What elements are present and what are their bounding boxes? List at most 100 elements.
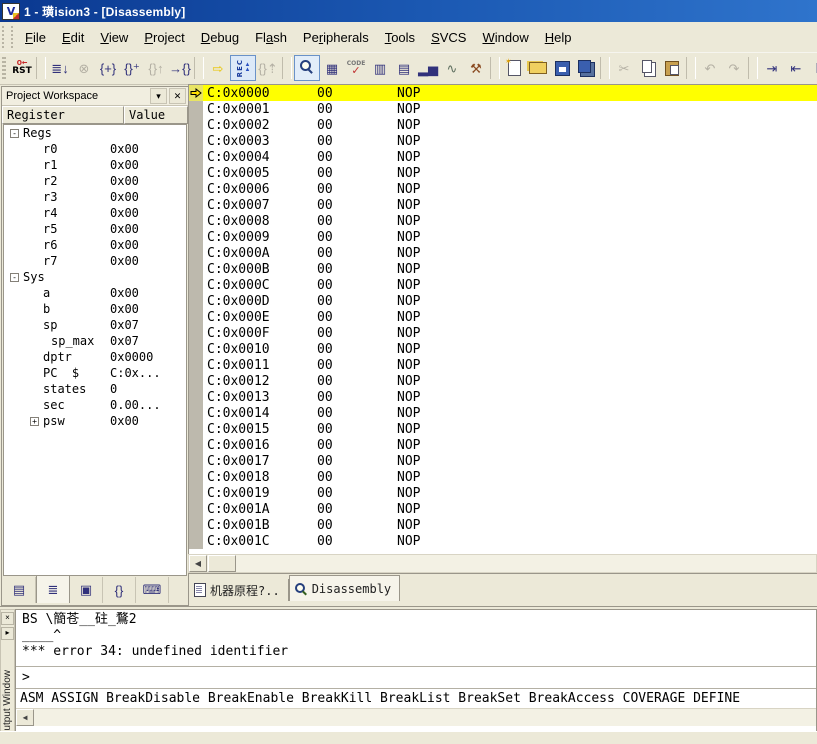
disassembly-gutter[interactable] (189, 501, 203, 517)
disassembly-gutter[interactable] (189, 229, 203, 245)
output-hscrollbar[interactable]: ◀ (16, 708, 816, 726)
menu-item[interactable]: Help (537, 27, 580, 48)
workspace-close-button[interactable]: ✕ (169, 88, 186, 104)
disassembly-row[interactable]: C:0x000200NOP (189, 117, 817, 133)
disassembly-gutter[interactable] (189, 133, 203, 149)
files-tab[interactable]: ▤ (3, 577, 36, 603)
menu-item[interactable]: Peripherals (295, 27, 377, 48)
disassembly-row[interactable]: C:0x000700NOP (189, 197, 817, 213)
disassembly-row[interactable]: C:0x000600NOP (189, 181, 817, 197)
register-row[interactable]: r20x00 (4, 173, 186, 189)
disassembly-row[interactable]: C:0x000F00NOP (189, 325, 817, 341)
disassembly-row[interactable]: C:0x000A00NOP (189, 245, 817, 261)
serial-window-button[interactable]: ▥ (368, 56, 392, 80)
disassembly-row[interactable]: C:0x001A00NOP (189, 501, 817, 517)
save-all-button[interactable] (574, 56, 598, 80)
disassembly-row[interactable]: C:0x000E00NOP (189, 309, 817, 325)
app-icon[interactable]: V (2, 3, 20, 20)
disassembly-row[interactable]: C:0x000D00NOP (189, 293, 817, 309)
disassembly-row[interactable]: C:0x000500NOP (189, 165, 817, 181)
disassembly-gutter[interactable] (189, 341, 203, 357)
value-column-header[interactable]: Value (124, 106, 188, 124)
menu-item[interactable]: Flash (247, 27, 295, 48)
show-next-statement-button[interactable]: ⇨ (206, 56, 230, 80)
copy-button[interactable] (636, 56, 660, 80)
new-file-button[interactable] (502, 56, 526, 80)
disassembly-gutter[interactable] (189, 309, 203, 325)
register-column-header[interactable]: Register (2, 106, 124, 124)
register-row[interactable]: r40x00 (4, 205, 186, 221)
menu-item[interactable]: Edit (54, 27, 92, 48)
stop-button[interactable]: ⊗ (72, 56, 96, 80)
register-row[interactable]: sp0x07 (4, 317, 186, 333)
disassembly-gutter[interactable] (189, 149, 203, 165)
disassembly-row[interactable]: C:0x001200NOP (189, 373, 817, 389)
scrollbar-thumb[interactable] (208, 555, 236, 572)
disassembly-row[interactable]: C:0x001100NOP (189, 357, 817, 373)
disassembly-row[interactable]: C:0x001500NOP (189, 421, 817, 437)
register-row[interactable]: r30x00 (4, 189, 186, 205)
disassembly-gutter[interactable] (189, 277, 203, 293)
disassembly-gutter[interactable] (189, 85, 203, 101)
toolbar-grip[interactable] (2, 57, 6, 79)
menu-item[interactable]: View (92, 27, 136, 48)
output-close-button[interactable]: × (1, 612, 14, 625)
document-tab[interactable]: Disassembly (289, 575, 400, 601)
trace-show-button[interactable]: {}⇡ (256, 56, 280, 80)
register-row[interactable]: r00x00 (4, 141, 186, 157)
disassembly-row[interactable]: C:0x001800NOP (189, 469, 817, 485)
cut-button[interactable]: ✂ (612, 56, 636, 80)
register-row[interactable]: PC $C:0x... (4, 365, 186, 381)
menu-item[interactable]: SVCS (423, 27, 474, 48)
disassembly-gutter[interactable] (189, 245, 203, 261)
disassembly-gutter[interactable] (189, 517, 203, 533)
register-row[interactable]: -Sys (4, 269, 186, 285)
paste-button[interactable] (660, 56, 684, 80)
command-prompt[interactable]: > (16, 667, 816, 688)
register-row[interactable]: sp_max0x07 (4, 333, 186, 349)
document-tab[interactable]: 机器原程?.. (190, 579, 289, 601)
disassembly-gutter[interactable] (189, 293, 203, 309)
disassembly-gutter[interactable] (189, 101, 203, 117)
disassembly-row[interactable]: C:0x000400NOP (189, 149, 817, 165)
memory-window-button[interactable]: ▤ (392, 56, 416, 80)
register-row[interactable]: r10x00 (4, 157, 186, 173)
disassembly-gutter[interactable] (189, 533, 203, 549)
menu-item[interactable]: Project (136, 27, 192, 48)
disassembly-gutter[interactable] (189, 117, 203, 133)
disassembly-gutter[interactable] (189, 325, 203, 341)
disassembly-row[interactable]: C:0x000C00NOP (189, 277, 817, 293)
reset-cpu-button[interactable]: RST (10, 56, 34, 80)
watch-window-button[interactable]: ▦ (320, 56, 344, 80)
menu-item[interactable]: File (17, 27, 54, 48)
output-pin-button[interactable]: ▸ (1, 627, 14, 640)
regs-tab[interactable]: ≣ (36, 575, 70, 603)
register-row[interactable]: dptr0x0000 (4, 349, 186, 365)
disassembly-window-button[interactable] (294, 55, 320, 81)
disassembly-gutter[interactable] (189, 181, 203, 197)
disassembly-gutter[interactable] (189, 373, 203, 389)
logic-analyzer-button[interactable]: ∿ (440, 56, 464, 80)
disassembly-gutter[interactable] (189, 165, 203, 181)
register-row[interactable]: -Regs (4, 125, 186, 141)
menu-item[interactable]: Window (474, 27, 536, 48)
register-row[interactable]: sec0.00... (4, 397, 186, 413)
menubar-grip[interactable] (2, 26, 13, 48)
disassembly-row[interactable]: C:0x001B00NOP (189, 517, 817, 533)
workspace-dropdown-button[interactable]: ▾ (150, 88, 167, 104)
disassembly-row[interactable]: C:0x000100NOP (189, 101, 817, 117)
redo-button[interactable]: ↷ (722, 56, 746, 80)
disassembly-gutter[interactable] (189, 261, 203, 277)
disassembly-gutter[interactable] (189, 405, 203, 421)
disassembly-gutter[interactable] (189, 389, 203, 405)
open-file-button[interactable] (526, 56, 550, 80)
disassembly-row[interactable]: C:0x000800NOP (189, 213, 817, 229)
step-out-button[interactable]: {}↑ (144, 56, 168, 80)
trace-record-button[interactable]: REC (230, 55, 256, 81)
register-row[interactable]: a0x00 (4, 285, 186, 301)
disassembly-gutter[interactable] (189, 485, 203, 501)
disassembly-hscrollbar[interactable]: ◀ (188, 554, 817, 573)
step-over-button[interactable]: {}⁺ (120, 56, 144, 80)
register-row[interactable]: states0 (4, 381, 186, 397)
performance-analyzer-button[interactable]: ▂▅ (416, 56, 440, 80)
